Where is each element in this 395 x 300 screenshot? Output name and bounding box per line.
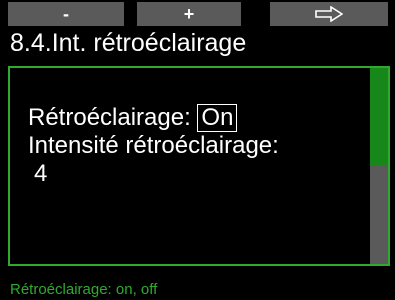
scrollbar-thumb[interactable] (370, 68, 388, 166)
minus-softkey-button[interactable]: - (8, 2, 124, 26)
next-softkey-button[interactable] (270, 2, 388, 26)
plus-softkey-button[interactable]: + (137, 2, 241, 26)
option-hint: Rétroéclairage: on, off (10, 281, 158, 298)
settings-panel: Rétroéclairage: On Intensité rétroéclair… (8, 66, 390, 266)
intensity-value[interactable]: 4 (28, 160, 279, 188)
page-title: 8.4.Int. rétroéclairage (10, 29, 247, 57)
plus-softkey-label: + (183, 4, 195, 24)
settings-content: Rétroéclairage: On Intensité rétroéclair… (28, 104, 279, 188)
backlight-label: Rétroéclairage: (28, 104, 191, 131)
backlight-value-selector[interactable]: On (197, 104, 238, 132)
intensity-label: Intensité rétroéclairage: (28, 132, 279, 159)
dive-computer-screen: - + 8.4.Int. rétroéclairage Rétroéclaira… (0, 0, 395, 300)
minus-softkey-label: - (63, 4, 69, 24)
arrow-right-icon (315, 6, 343, 22)
softkey-bar: - + (0, 0, 395, 26)
backlight-row: Rétroéclairage: On (28, 104, 279, 132)
